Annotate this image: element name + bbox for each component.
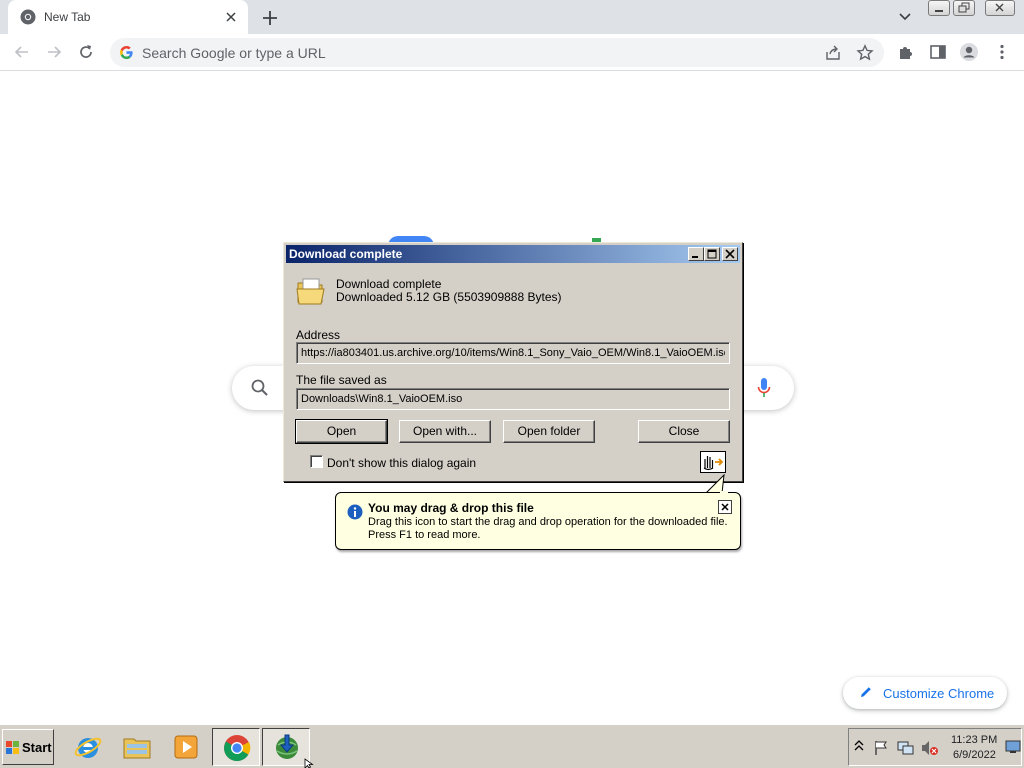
taskbar-media-player[interactable] — [162, 728, 210, 766]
drag-drop-balloon-tip: You may drag & drop this file Drag this … — [335, 492, 741, 550]
dialog-close-button[interactable] — [722, 247, 738, 261]
customize-chrome-label: Customize Chrome — [883, 686, 995, 701]
customize-chrome-button[interactable]: Customize Chrome — [843, 677, 1007, 709]
forward-arrow-icon[interactable] — [44, 42, 64, 62]
dialog-maximize-button[interactable] — [704, 247, 720, 261]
maximize-icon — [707, 249, 717, 259]
open-folder-button[interactable]: Open folder — [503, 420, 595, 443]
drag-drop-handle[interactable] — [700, 451, 726, 473]
action-center-flag-icon[interactable] — [873, 740, 889, 756]
clock-date[interactable]: 6/9/2022 — [953, 749, 996, 761]
folder-icon — [123, 738, 151, 759]
tab-strip: New Tab — [0, 0, 1024, 34]
close-icon — [995, 3, 1004, 12]
share-icon[interactable] — [824, 44, 842, 62]
media-player-icon — [174, 735, 198, 759]
tab-search-chevron-icon[interactable] — [895, 6, 915, 26]
address-label: Address — [296, 328, 341, 342]
minimize-icon — [692, 256, 698, 258]
info-icon — [347, 504, 363, 520]
balloon-title: You may drag & drop this file — [368, 501, 534, 515]
close-button[interactable]: Close — [638, 420, 730, 443]
start-button[interactable]: Start — [2, 729, 54, 765]
extensions-puzzle-icon[interactable] — [896, 42, 916, 62]
balloon-close-button[interactable] — [718, 500, 732, 514]
search-icon — [251, 379, 268, 396]
show-hidden-icons-chevron-icon[interactable] — [854, 740, 864, 752]
balloon-text-line2: Press F1 to read more. — [368, 529, 481, 541]
balloon-text-line1: Drag this icon to start the drag and dro… — [368, 516, 728, 528]
balloon-pointer-joint — [720, 491, 728, 493]
volume-muted-icon[interactable] — [921, 740, 939, 756]
close-icon — [721, 503, 729, 511]
show-desktop-icon[interactable] — [1005, 740, 1021, 754]
drag-hand-icon — [703, 456, 724, 471]
restore-icon — [958, 2, 970, 13]
side-panel-icon[interactable] — [928, 42, 948, 62]
download-size-text: Downloaded 5.12 GB (5503909888 Bytes) — [336, 290, 562, 304]
minimize-window-button[interactable] — [928, 0, 950, 16]
reload-icon[interactable] — [76, 42, 96, 62]
dialog-titlebar[interactable]: Download complete — [286, 245, 740, 263]
tab-title: New Tab — [44, 10, 91, 24]
chrome-icon — [224, 735, 251, 762]
tab-close-icon[interactable] — [222, 8, 240, 26]
taskbar-internet-explorer[interactable] — [64, 728, 112, 766]
internet-explorer-icon — [74, 737, 102, 758]
dont-show-again-label[interactable]: Don't show this dialog again — [327, 456, 476, 470]
close-icon — [725, 249, 735, 259]
open-with-button[interactable]: Open with... — [399, 420, 491, 443]
bookmark-star-icon[interactable] — [856, 44, 874, 62]
minimize-icon — [935, 10, 943, 12]
network-icon[interactable] — [897, 740, 915, 756]
download-complete-dialog: Download complete Download complete Down… — [283, 242, 743, 482]
close-window-button[interactable] — [985, 0, 1015, 16]
system-tray: 11:23 PM 6/9/2022 — [848, 728, 1022, 766]
chrome-favicon-icon — [20, 9, 36, 25]
browser-toolbar — [0, 34, 1024, 71]
download-status-text: Download complete — [336, 277, 442, 291]
taskbar-file-explorer[interactable] — [113, 728, 161, 766]
taskbar-chrome[interactable] — [212, 728, 260, 766]
dialog-minimize-button[interactable] — [688, 247, 704, 261]
profile-avatar-icon[interactable] — [959, 42, 979, 62]
windows-flag-icon — [6, 741, 19, 754]
taskbar: Start 11:23 PM 6/9/2022 — [0, 724, 1024, 768]
google-g-icon — [120, 45, 133, 60]
saved-as-label: The file saved as — [296, 373, 387, 387]
tab-new-tab[interactable]: New Tab — [8, 0, 248, 34]
new-tab-plus-icon[interactable] — [258, 6, 282, 30]
open-button[interactable]: Open — [295, 419, 388, 444]
voice-search-mic-icon[interactable] — [756, 377, 772, 399]
clock-time[interactable]: 11:23 PM — [951, 734, 997, 746]
mouse-cursor-icon — [304, 758, 314, 768]
dialog-title: Download complete — [289, 247, 403, 261]
idm-globe-icon — [276, 734, 298, 759]
pencil-icon — [861, 687, 871, 697]
back-arrow-icon[interactable] — [12, 42, 32, 62]
omnibox-input[interactable] — [142, 42, 802, 63]
dont-show-again-checkbox[interactable] — [310, 455, 323, 468]
taskbar-internet-download-manager[interactable] — [262, 728, 310, 766]
open-folder-icon — [296, 278, 325, 305]
saved-as-field[interactable] — [296, 388, 730, 410]
menu-kebab-icon[interactable] — [992, 42, 1012, 62]
start-label: Start — [22, 740, 52, 755]
omnibox[interactable] — [110, 38, 884, 67]
restore-window-button[interactable] — [953, 0, 975, 16]
address-field[interactable] — [296, 342, 730, 364]
